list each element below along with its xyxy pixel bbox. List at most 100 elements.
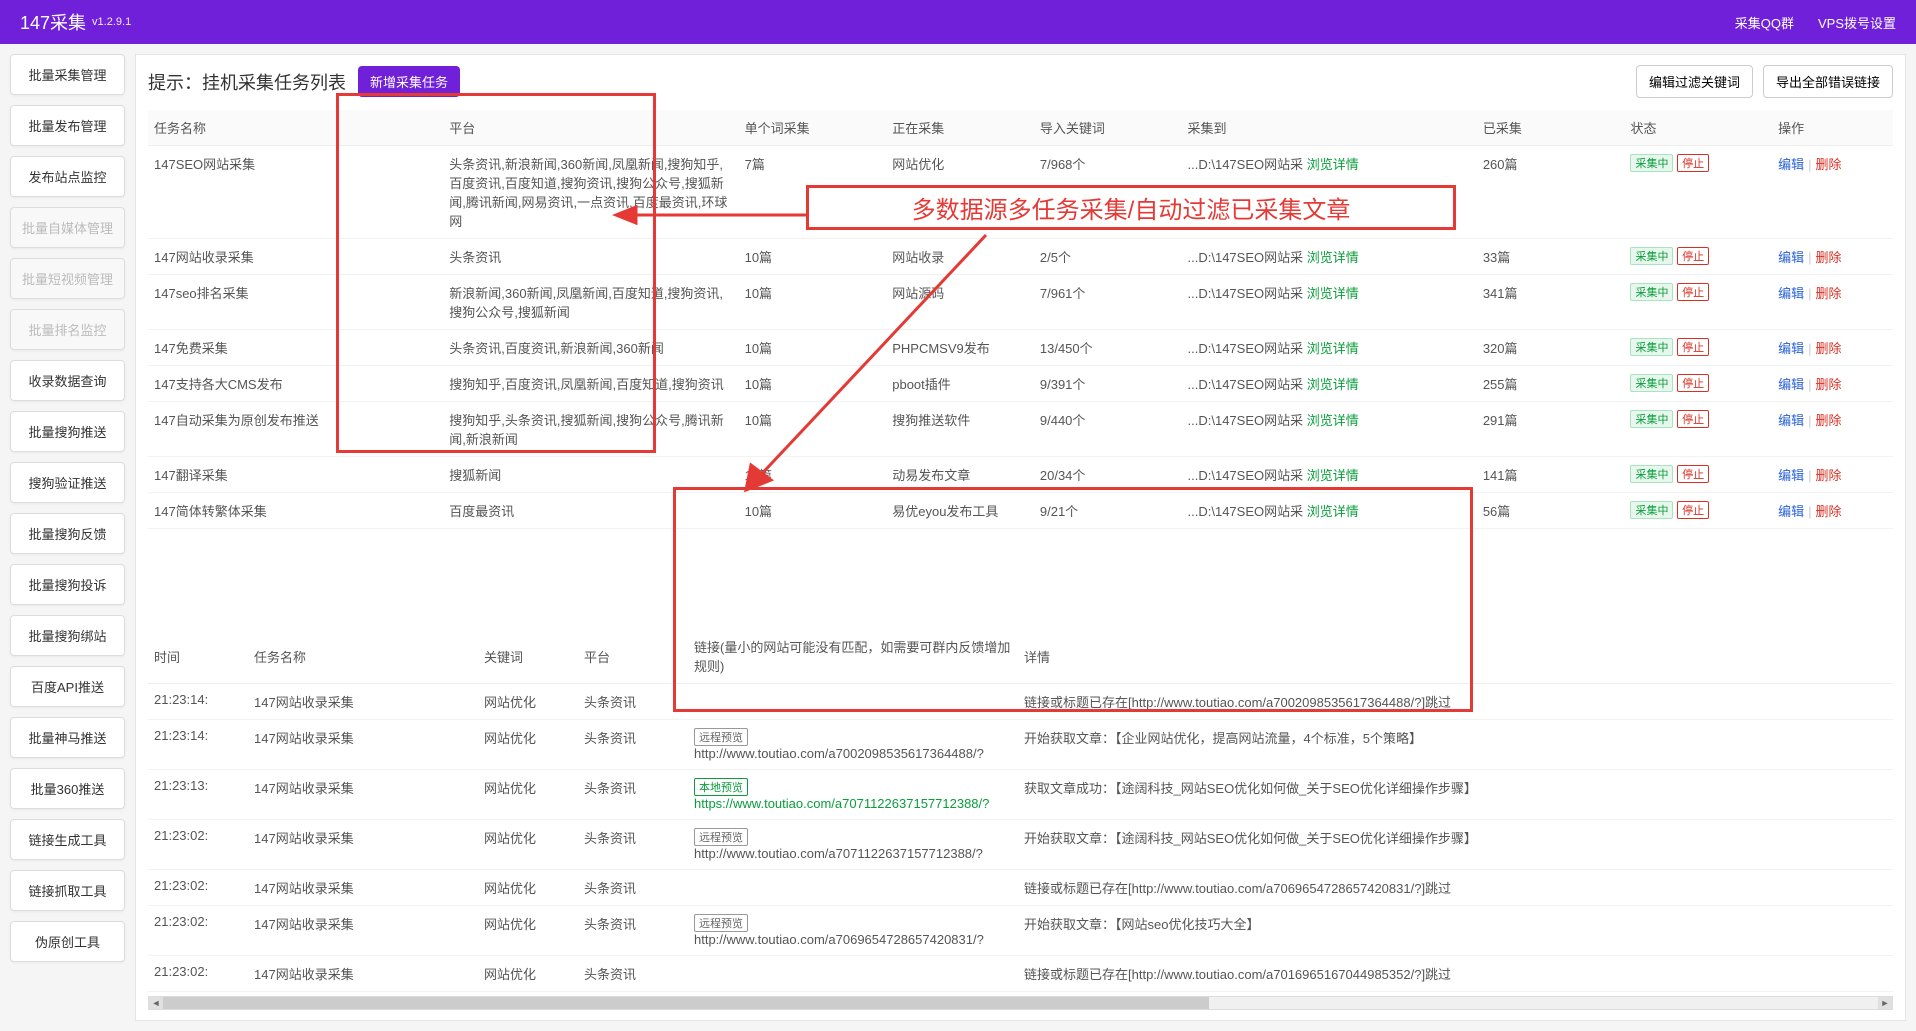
- delete-button[interactable]: 删除: [1816, 504, 1842, 519]
- log-task: 147网站收录采集: [248, 906, 478, 956]
- export-errors-button[interactable]: 导出全部错误链接: [1763, 65, 1893, 98]
- sidebar-item-11[interactable]: 批量搜狗绑站: [10, 615, 125, 656]
- sidebar-item-16[interactable]: 链接抓取工具: [10, 870, 125, 911]
- detail-link[interactable]: 浏览详情: [1307, 468, 1359, 483]
- remote-badge[interactable]: 远程预览: [694, 728, 748, 746]
- status-badge: 采集中: [1630, 283, 1673, 301]
- task-ops: 编辑|删除: [1772, 366, 1893, 402]
- detail-link[interactable]: 浏览详情: [1307, 250, 1359, 265]
- edit-button[interactable]: 编辑: [1778, 157, 1804, 172]
- task-dest: ...D:\147SEO网站采 浏览详情: [1182, 402, 1477, 457]
- log-time: 21:23:13:: [148, 770, 248, 820]
- new-task-button[interactable]: 新增采集任务: [358, 66, 460, 97]
- log-row: 21:23:02:147网站收录采集网站优化头条资讯链接或标题已存在[http:…: [148, 956, 1893, 992]
- edit-button[interactable]: 编辑: [1778, 341, 1804, 356]
- main-panel: 提示：挂机采集任务列表 新增采集任务 编辑过滤关键词 导出全部错误链接 任务名称…: [135, 54, 1906, 1021]
- log-keyword: 网站优化: [478, 820, 578, 870]
- log-task: 147网站收录采集: [248, 820, 478, 870]
- edit-button[interactable]: 编辑: [1778, 504, 1804, 519]
- task-status: 采集中 停止: [1624, 239, 1772, 275]
- delete-button[interactable]: 删除: [1816, 157, 1842, 172]
- task-status: 采集中 停止: [1624, 493, 1772, 529]
- title-row: 提示：挂机采集任务列表 新增采集任务 编辑过滤关键词 导出全部错误链接: [148, 65, 1893, 98]
- delete-button[interactable]: 删除: [1816, 286, 1842, 301]
- task-header-3: 正在采集: [886, 110, 1034, 146]
- scroll-right-icon[interactable]: ►: [1878, 997, 1892, 1009]
- detail-link[interactable]: 浏览详情: [1307, 377, 1359, 392]
- stop-button[interactable]: 停止: [1677, 501, 1709, 519]
- log-link: [688, 956, 1018, 992]
- log-platform: 头条资讯: [578, 820, 688, 870]
- detail-link[interactable]: 浏览详情: [1307, 413, 1359, 428]
- task-dest: ...D:\147SEO网站采 浏览详情: [1182, 146, 1477, 239]
- link-qq-group[interactable]: 采集QQ群: [1735, 13, 1794, 32]
- sidebar-item-6[interactable]: 收录数据查询: [10, 360, 125, 401]
- sidebar-item-8[interactable]: 搜狗验证推送: [10, 462, 125, 503]
- task-imported: 2/5个: [1034, 239, 1182, 275]
- task-collecting: 动易发布文章: [886, 457, 1034, 493]
- task-name: 147简体转繁体采集: [148, 493, 443, 529]
- log-link: [688, 870, 1018, 906]
- stop-button[interactable]: 停止: [1677, 374, 1709, 392]
- remote-badge[interactable]: 远程预览: [694, 914, 748, 932]
- detail-link[interactable]: 浏览详情: [1307, 157, 1359, 172]
- stop-button[interactable]: 停止: [1677, 465, 1709, 483]
- stop-button[interactable]: 停止: [1677, 154, 1709, 172]
- sidebar-item-14[interactable]: 批量360推送: [10, 768, 125, 809]
- detail-link[interactable]: 浏览详情: [1307, 341, 1359, 356]
- sidebar-item-2[interactable]: 发布站点监控: [10, 156, 125, 197]
- edit-button[interactable]: 编辑: [1778, 377, 1804, 392]
- log-link: 本地预览https://www.toutiao.com/a70711226371…: [688, 770, 1018, 820]
- stop-button[interactable]: 停止: [1677, 338, 1709, 356]
- local-badge[interactable]: 本地预览: [694, 778, 748, 796]
- edit-button[interactable]: 编辑: [1778, 468, 1804, 483]
- task-status: 采集中 停止: [1624, 366, 1772, 402]
- task-single: 10篇: [739, 275, 887, 330]
- stop-button[interactable]: 停止: [1677, 283, 1709, 301]
- edit-button[interactable]: 编辑: [1778, 413, 1804, 428]
- scroll-thumb[interactable]: [163, 997, 1209, 1009]
- task-single: 10篇: [739, 402, 887, 457]
- log-header-2: 关键词: [478, 629, 578, 684]
- sidebar-item-15[interactable]: 链接生成工具: [10, 819, 125, 860]
- task-imported: 9/21个: [1034, 493, 1182, 529]
- detail-link[interactable]: 浏览详情: [1307, 286, 1359, 301]
- edit-button[interactable]: 编辑: [1778, 250, 1804, 265]
- remote-badge[interactable]: 远程预览: [694, 828, 748, 846]
- task-name: 147SEO网站采集: [148, 146, 443, 239]
- header-links: 采集QQ群 VPS拨号设置: [1735, 13, 1896, 32]
- sidebar-item-17[interactable]: 伪原创工具: [10, 921, 125, 962]
- task-collecting: 搜狗推送软件: [886, 402, 1034, 457]
- delete-button[interactable]: 删除: [1816, 250, 1842, 265]
- edit-button[interactable]: 编辑: [1778, 286, 1804, 301]
- delete-button[interactable]: 删除: [1816, 341, 1842, 356]
- table-row: 147简体转繁体采集百度最资讯10篇易优eyou发布工具9/21个...D:\1…: [148, 493, 1893, 529]
- edit-filter-button[interactable]: 编辑过滤关键词: [1636, 65, 1753, 98]
- task-collected: 341篇: [1477, 275, 1625, 330]
- log-header-5: 详情: [1018, 629, 1893, 684]
- task-single: 10篇: [739, 493, 887, 529]
- delete-button[interactable]: 删除: [1816, 413, 1842, 428]
- stop-button[interactable]: 停止: [1677, 410, 1709, 428]
- task-name: 147seo排名采集: [148, 275, 443, 330]
- link-vps-dial[interactable]: VPS拨号设置: [1818, 13, 1896, 32]
- detail-link[interactable]: 浏览详情: [1307, 504, 1359, 519]
- log-row: 21:23:02:147网站收录采集网站优化头条资讯远程预览http://www…: [148, 906, 1893, 956]
- sidebar-item-1[interactable]: 批量发布管理: [10, 105, 125, 146]
- scroll-left-icon[interactable]: ◄: [149, 997, 163, 1009]
- delete-button[interactable]: 删除: [1816, 377, 1842, 392]
- sidebar-item-10[interactable]: 批量搜狗投诉: [10, 564, 125, 605]
- log-url: http://www.toutiao.com/a7069654728657420…: [694, 932, 984, 947]
- task-platform: 新浪新闻,360新闻,凤凰新闻,百度知道,搜狗资讯,搜狗公众号,搜狐新闻: [443, 275, 738, 330]
- delete-button[interactable]: 删除: [1816, 468, 1842, 483]
- sidebar-item-0[interactable]: 批量采集管理: [10, 54, 125, 95]
- sidebar-item-9[interactable]: 批量搜狗反馈: [10, 513, 125, 554]
- stop-button[interactable]: 停止: [1677, 247, 1709, 265]
- sidebar-item-12[interactable]: 百度API推送: [10, 666, 125, 707]
- log-url: https://www.toutiao.com/a707112263715771…: [694, 796, 989, 811]
- sidebar-item-7[interactable]: 批量搜狗推送: [10, 411, 125, 452]
- horizontal-scrollbar[interactable]: ◄ ►: [148, 996, 1893, 1010]
- log-url: http://www.toutiao.com/a7071122637157712…: [694, 846, 983, 861]
- task-platform: 百度最资讯: [443, 493, 738, 529]
- sidebar-item-13[interactable]: 批量神马推送: [10, 717, 125, 758]
